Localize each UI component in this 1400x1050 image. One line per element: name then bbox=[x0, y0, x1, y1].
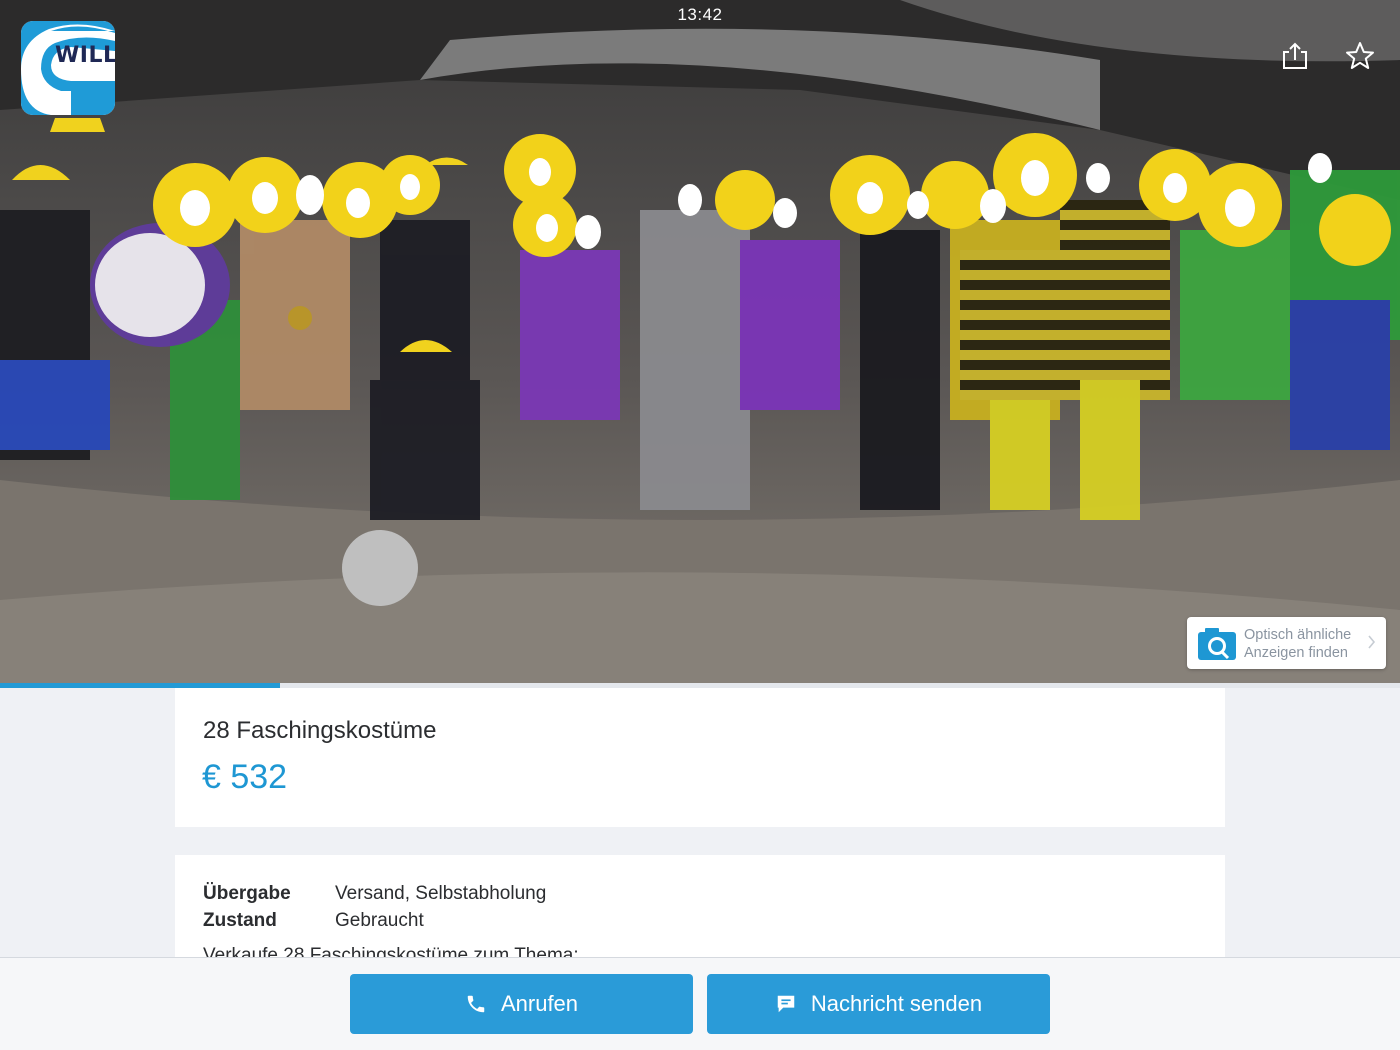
detail-value: Versand, Selbstabholung bbox=[335, 883, 547, 904]
visual-search-label: Optisch ähnliche Anzeigen finden bbox=[1244, 626, 1364, 662]
contact-action-bar: Anrufen Nachricht senden bbox=[0, 957, 1400, 1050]
share-button[interactable] bbox=[1279, 40, 1311, 72]
phone-icon bbox=[467, 995, 485, 1013]
logo-mark-icon bbox=[21, 21, 115, 115]
listing-price: € 532 bbox=[202, 758, 288, 796]
listing-title: 28 Faschingskostüme bbox=[203, 717, 437, 744]
visual-search-line-2: Anzeigen finden bbox=[1244, 645, 1348, 661]
send-message-label: Nachricht senden bbox=[810, 991, 983, 1016]
status-bar-time: 13:42 bbox=[677, 5, 723, 24]
visual-search-button[interactable]: Optisch ähnliche Anzeigen finden bbox=[1187, 617, 1386, 669]
logo-text: WILL bbox=[55, 43, 115, 68]
detail-label: Zustand bbox=[203, 910, 277, 931]
listing-detail-screen: 13:42 WILL Optisch ähnliche Anzeigen fin… bbox=[0, 0, 1400, 1050]
favorite-button[interactable] bbox=[1344, 40, 1376, 72]
call-button-label: Anrufen bbox=[500, 991, 579, 1016]
detail-value: Gebraucht bbox=[335, 910, 424, 931]
send-message-button[interactable]: Nachricht senden bbox=[707, 974, 1050, 1034]
listing-photo[interactable]: 13:42 WILL Optisch ähnliche Anzeigen fin… bbox=[0, 0, 1400, 683]
costume-group-photo bbox=[0, 0, 1400, 683]
camera-icon bbox=[1198, 628, 1236, 660]
star-icon bbox=[1346, 42, 1374, 69]
share-icon bbox=[1283, 42, 1307, 69]
app-logo[interactable]: WILL bbox=[21, 21, 115, 115]
call-button[interactable]: Anrufen bbox=[350, 974, 693, 1034]
chevron-right-icon bbox=[1368, 635, 1376, 649]
chat-icon bbox=[777, 995, 795, 1013]
detail-label: Übergabe bbox=[203, 883, 291, 904]
listing-summary-card: 28 Faschingskostüme € 532 bbox=[175, 688, 1225, 827]
visual-search-line-1: Optisch ähnliche bbox=[1244, 627, 1352, 643]
